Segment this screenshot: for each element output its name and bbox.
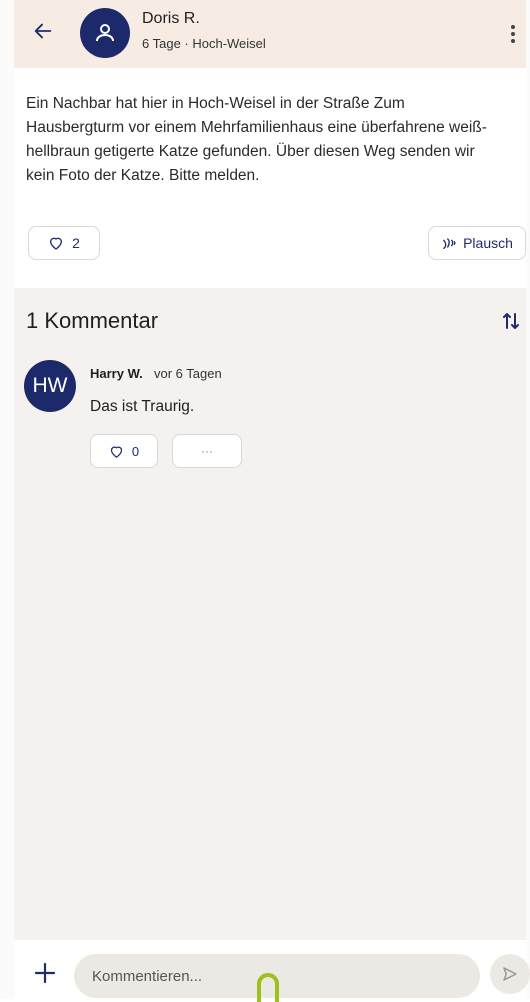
comment-input-placeholder: Kommentieren... xyxy=(92,967,203,985)
post-like-button[interactable]: 2 xyxy=(28,226,100,260)
plausch-button[interactable]: Plausch xyxy=(428,226,526,260)
back-arrow-icon[interactable] xyxy=(32,20,54,42)
plausch-icon xyxy=(443,238,456,249)
post-like-count: 2 xyxy=(72,235,80,251)
send-icon xyxy=(503,967,517,981)
comment-time: vor 6 Tagen xyxy=(154,366,222,381)
heart-icon xyxy=(110,446,123,458)
right-edge xyxy=(526,0,530,999)
comment-more-button[interactable]: ··· xyxy=(172,434,242,468)
comments-section: 1 Kommentar HW Harry W. vor 6 Tagen Das … xyxy=(14,288,526,940)
post-header: Doris R. 6 Tage · Hoch-Weisel xyxy=(14,0,526,68)
commenter-name[interactable]: Harry W. xyxy=(90,366,143,381)
sort-icon[interactable] xyxy=(502,310,520,332)
commenter-avatar[interactable]: HW xyxy=(24,360,76,412)
comment-like-button[interactable]: 0 xyxy=(90,434,158,468)
plausch-label: Plausch xyxy=(463,235,513,251)
send-button[interactable] xyxy=(490,954,530,994)
comment-text: Das ist Traurig. xyxy=(90,398,195,415)
user-icon xyxy=(96,24,114,42)
more-vertical-icon[interactable] xyxy=(508,22,518,46)
post-meta: 6 Tage · Hoch-Weisel xyxy=(142,36,266,51)
comment-composer: Kommentieren... xyxy=(14,940,530,1002)
comments-title: 1 Kommentar xyxy=(26,308,159,333)
heart-icon xyxy=(50,237,63,250)
comment-like-count: 0 xyxy=(131,443,140,459)
text-cursor-handle[interactable] xyxy=(254,972,282,1002)
plus-icon[interactable] xyxy=(34,962,56,984)
post-text: Ein Nachbar hat hier in Hoch-Weisel in d… xyxy=(26,95,487,184)
left-edge xyxy=(0,0,14,999)
author-avatar[interactable] xyxy=(80,8,130,58)
author-name[interactable]: Doris R. xyxy=(142,10,200,28)
